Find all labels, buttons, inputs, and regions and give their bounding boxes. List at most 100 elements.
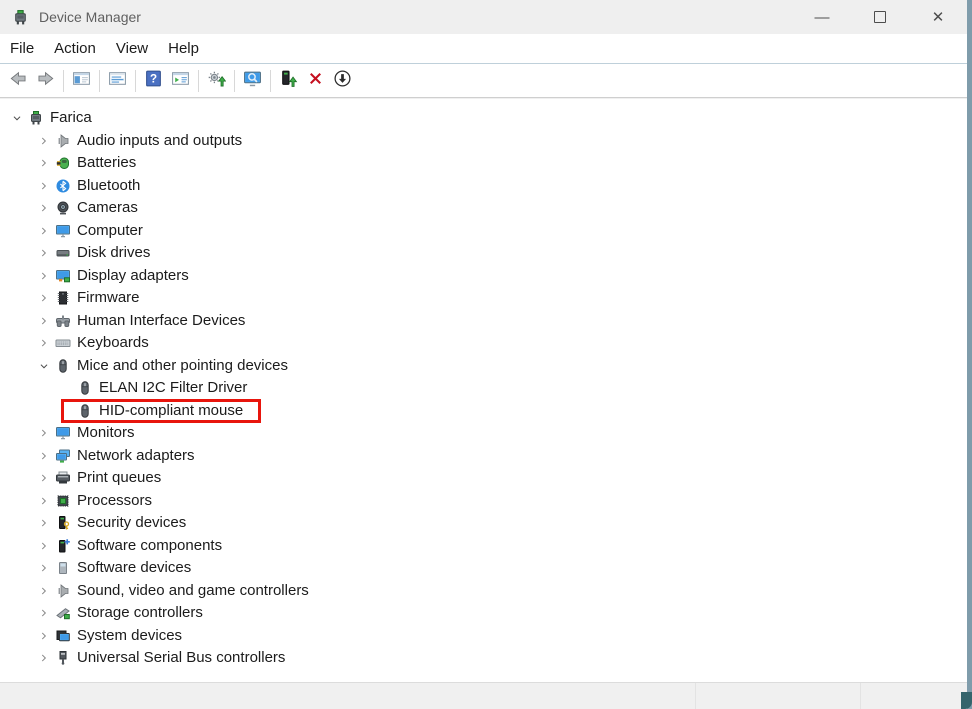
tree-item-elan-i2c-filter-driver[interactable]: ELAN I2C Filter Driver bbox=[0, 377, 967, 400]
software-component-icon bbox=[55, 538, 71, 554]
toolbar-remote-computer-button[interactable] bbox=[239, 67, 266, 94]
desktop-corner bbox=[961, 692, 972, 709]
tree-item-monitors[interactable]: Monitors bbox=[0, 422, 967, 445]
tree-item-network-adapters[interactable]: Network adapters bbox=[0, 445, 967, 468]
window-title: Device Manager bbox=[39, 9, 141, 25]
toolbar-properties-button[interactable] bbox=[104, 67, 131, 94]
camera-icon bbox=[55, 200, 71, 216]
chevron-right-icon[interactable] bbox=[33, 470, 55, 486]
security-icon bbox=[55, 515, 71, 531]
tree-item-firmware[interactable]: Firmware bbox=[0, 287, 967, 310]
toolbar-back-button[interactable] bbox=[5, 67, 32, 94]
maximize-icon bbox=[874, 11, 886, 23]
firmware-icon bbox=[55, 290, 71, 306]
chevron-right-icon[interactable] bbox=[33, 178, 55, 194]
tree-item-label: HID-compliant mouse bbox=[99, 400, 243, 422]
tree-item-label: Sound, video and game controllers bbox=[77, 580, 309, 602]
chevron-right-icon[interactable] bbox=[33, 313, 55, 329]
monitor-icon bbox=[55, 425, 71, 441]
menu-item-view[interactable]: View bbox=[106, 38, 158, 59]
toolbar-update-driver-button[interactable] bbox=[275, 67, 302, 94]
minimize-button[interactable]: — bbox=[793, 0, 851, 34]
chevron-right-icon[interactable] bbox=[33, 560, 55, 576]
tree-item-batteries[interactable]: Batteries bbox=[0, 152, 967, 175]
toolbar-disable-device-button[interactable] bbox=[329, 67, 356, 94]
toolbar-separator bbox=[234, 70, 235, 92]
chevron-spacer bbox=[55, 380, 77, 396]
window-controls: — ✕ bbox=[793, 0, 967, 34]
tree-item-disk-drives[interactable]: Disk drives bbox=[0, 242, 967, 265]
computer-icon bbox=[55, 223, 71, 239]
chevron-right-icon[interactable] bbox=[33, 335, 55, 351]
usb-icon bbox=[55, 650, 71, 666]
tree-item-display-adapters[interactable]: Display adapters bbox=[0, 265, 967, 288]
chevron-right-icon[interactable] bbox=[33, 448, 55, 464]
chevron-right-icon[interactable] bbox=[33, 538, 55, 554]
menubar: FileActionViewHelp bbox=[0, 34, 967, 64]
chevron-right-icon[interactable] bbox=[33, 628, 55, 644]
tree-item-print-queues[interactable]: Print queues bbox=[0, 467, 967, 490]
tree-item-software-components[interactable]: Software components bbox=[0, 535, 967, 558]
tree-item-label: Print queues bbox=[77, 467, 161, 489]
back-arrow-icon bbox=[9, 69, 28, 93]
chevron-right-icon[interactable] bbox=[33, 223, 55, 239]
tree-item-storage-controllers[interactable]: Storage controllers bbox=[0, 602, 967, 625]
tree-item-label: Keyboards bbox=[77, 332, 149, 354]
tree-item-sound-video-and-game-controllers[interactable]: Sound, video and game controllers bbox=[0, 580, 967, 603]
menu-item-action[interactable]: Action bbox=[44, 38, 106, 59]
tree-item-human-interface-devices[interactable]: Human Interface Devices bbox=[0, 310, 967, 333]
printer-icon bbox=[55, 470, 71, 486]
toolbar-show-action-pane-button[interactable] bbox=[167, 67, 194, 94]
toolbar-scan-for-hardware-changes-button[interactable] bbox=[203, 67, 230, 94]
statusbar-section bbox=[861, 683, 967, 709]
tree-item-audio-inputs-and-outputs[interactable]: Audio inputs and outputs bbox=[0, 130, 967, 153]
toolbar-separator bbox=[63, 70, 64, 92]
chevron-right-icon[interactable] bbox=[33, 133, 55, 149]
chevron-right-icon[interactable] bbox=[33, 290, 55, 306]
toolbar-forward-button[interactable] bbox=[32, 67, 59, 94]
tree-item-cameras[interactable]: Cameras bbox=[0, 197, 967, 220]
tree-item-processors[interactable]: Processors bbox=[0, 490, 967, 513]
uninstall-device-icon bbox=[306, 69, 325, 93]
tree-item-label: Bluetooth bbox=[77, 175, 140, 197]
menu-item-file[interactable]: File bbox=[0, 38, 44, 59]
tree-item-bluetooth[interactable]: Bluetooth bbox=[0, 175, 967, 198]
tree-item-software-devices[interactable]: Software devices bbox=[0, 557, 967, 580]
chevron-right-icon[interactable] bbox=[33, 515, 55, 531]
menu-item-help[interactable]: Help bbox=[158, 38, 209, 59]
chevron-right-icon[interactable] bbox=[33, 155, 55, 171]
chevron-right-icon[interactable] bbox=[33, 583, 55, 599]
toolbar-uninstall-device-button[interactable] bbox=[302, 67, 329, 94]
chevron-right-icon[interactable] bbox=[33, 200, 55, 216]
tree-item-label: Storage controllers bbox=[77, 602, 203, 624]
tree-item-farica[interactable]: Farica bbox=[0, 107, 967, 130]
close-icon: ✕ bbox=[932, 8, 945, 26]
chevron-right-icon[interactable] bbox=[33, 493, 55, 509]
tree-item-computer[interactable]: Computer bbox=[0, 220, 967, 243]
disable-device-icon bbox=[333, 69, 352, 93]
maximize-button[interactable] bbox=[851, 0, 909, 34]
chevron-right-icon[interactable] bbox=[33, 268, 55, 284]
tree-item-system-devices[interactable]: System devices bbox=[0, 625, 967, 648]
properties-icon bbox=[108, 69, 127, 93]
tree-item-universal-serial-bus-controllers[interactable]: Universal Serial Bus controllers bbox=[0, 647, 967, 670]
chevron-right-icon[interactable] bbox=[33, 425, 55, 441]
toolbar-help-button[interactable]: ? bbox=[140, 67, 167, 94]
tree-item-security-devices[interactable]: Security devices bbox=[0, 512, 967, 535]
chevron-right-icon[interactable] bbox=[33, 605, 55, 621]
toolbar-show-console-tree-button[interactable] bbox=[68, 67, 95, 94]
tree-item-hid-compliant-mouse[interactable]: HID-compliant mouse bbox=[0, 400, 967, 423]
chevron-down-icon[interactable] bbox=[33, 358, 55, 374]
mouse-icon bbox=[77, 403, 93, 419]
close-button[interactable]: ✕ bbox=[909, 0, 967, 34]
tree-item-label: Security devices bbox=[77, 512, 186, 534]
device-manager-window: Device Manager — ✕ FileActionViewHelp ? … bbox=[0, 0, 967, 709]
chevron-right-icon[interactable] bbox=[33, 245, 55, 261]
chevron-down-icon[interactable] bbox=[6, 110, 28, 126]
toolbar-separator bbox=[99, 70, 100, 92]
tree-item-mice-and-other-pointing-devices[interactable]: Mice and other pointing devices bbox=[0, 355, 967, 378]
tree-item-keyboards[interactable]: Keyboards bbox=[0, 332, 967, 355]
update-driver-icon bbox=[279, 69, 298, 93]
chevron-right-icon[interactable] bbox=[33, 650, 55, 666]
device-tree: FaricaAudio inputs and outputsBatteriesB… bbox=[0, 98, 967, 682]
